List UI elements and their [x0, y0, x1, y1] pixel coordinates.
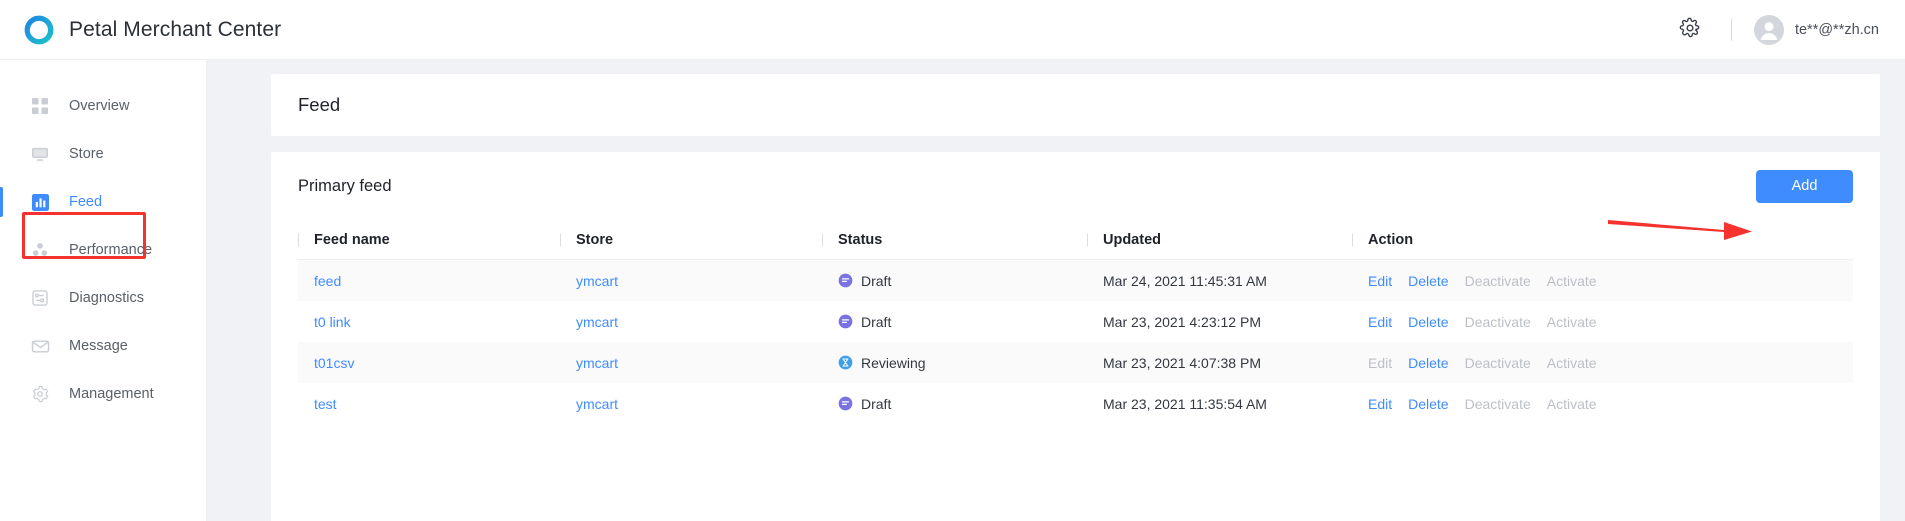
- feed-name-link[interactable]: test: [314, 396, 337, 412]
- deactivate-action: Deactivate: [1464, 395, 1531, 412]
- petal-logo-icon: [22, 13, 56, 47]
- deactivate-action: Deactivate: [1464, 354, 1531, 371]
- brand-title: Petal Merchant Center: [69, 17, 282, 41]
- feed-name-link[interactable]: t01csv: [314, 355, 354, 371]
- primary-feed-header: Primary feed Add: [271, 152, 1880, 220]
- edit-action[interactable]: Edit: [1368, 314, 1392, 330]
- row-actions: Edit Delete Deactivate Activate: [1368, 273, 1597, 289]
- reviewing-icon: [838, 355, 853, 370]
- column-header-action: Action: [1352, 232, 1853, 248]
- user-email-label: te**@**zh.cn: [1794, 21, 1879, 38]
- edit-action[interactable]: Edit: [1368, 273, 1392, 289]
- status-label: Draft: [861, 395, 892, 412]
- status-badge: Draft: [838, 396, 891, 412]
- row-actions: Edit Delete Deactivate Activate: [1368, 314, 1597, 330]
- store-icon: [30, 144, 50, 164]
- status-label: Draft: [861, 272, 892, 289]
- delete-action[interactable]: Delete: [1408, 396, 1448, 412]
- activate-action: Activate: [1546, 313, 1597, 330]
- column-header-store: Store: [560, 232, 822, 248]
- header-divider: [1730, 18, 1732, 41]
- column-header-updated: Updated: [1087, 232, 1352, 248]
- feed-table: Feed name Store Status Updated Action fe…: [271, 220, 1880, 424]
- status-badge: Draft: [838, 314, 891, 330]
- sidebar-item-label: Diagnostics: [69, 290, 144, 306]
- draft-icon: [838, 273, 853, 288]
- header-actions: te**@**zh.cn: [1673, 13, 1879, 47]
- table-header-row: Feed name Store Status Updated Action: [298, 220, 1853, 260]
- primary-feed-card: Primary feed Add Feed name Store Status …: [271, 152, 1880, 521]
- store-link[interactable]: ymcart: [576, 396, 618, 412]
- row-actions: Edit Delete Deactivate Activate: [1368, 396, 1597, 412]
- grid-icon: [30, 96, 50, 116]
- sidebar-item-management[interactable]: Management: [0, 370, 206, 418]
- status-badge: Draft: [838, 273, 891, 289]
- bar-chart-icon: [30, 192, 50, 212]
- brand: Petal Merchant Center: [22, 13, 281, 47]
- table-row: feed ymcart Draft Mar 24, 2021 11:45:31 …: [298, 260, 1853, 301]
- user-menu[interactable]: te**@**zh.cn: [1753, 14, 1879, 45]
- table-row: t0 link ymcart Draft Mar 23, 2021 4:23:1…: [298, 301, 1853, 342]
- updated-timestamp: Mar 23, 2021 11:35:54 AM: [1103, 395, 1267, 412]
- delete-action[interactable]: Delete: [1408, 314, 1448, 330]
- top-header: Petal Merchant Center te**@**zh.cn: [0, 0, 1905, 60]
- sidebar-item-message[interactable]: Message: [0, 322, 206, 370]
- sidebar-item-label: Feed: [69, 194, 103, 210]
- sidebar-item-overview[interactable]: Overview: [0, 82, 206, 130]
- sidebar-item-label: Management: [69, 386, 154, 402]
- section-title: Primary feed: [298, 176, 392, 195]
- delete-action[interactable]: Delete: [1408, 355, 1448, 371]
- store-link[interactable]: ymcart: [576, 355, 618, 371]
- status-label: Draft: [861, 313, 892, 330]
- activate-action: Activate: [1546, 354, 1597, 371]
- settings-button[interactable]: [1673, 13, 1707, 47]
- status-badge: Reviewing: [838, 355, 926, 371]
- gear-icon: [1679, 17, 1701, 42]
- updated-timestamp: Mar 24, 2021 11:45:31 AM: [1103, 272, 1267, 289]
- add-feed-button[interactable]: Add: [1756, 169, 1853, 203]
- gear-icon: [30, 384, 50, 404]
- edit-action: Edit: [1368, 354, 1393, 371]
- row-actions: Edit Delete Deactivate Activate: [1368, 355, 1597, 371]
- performance-icon: [30, 240, 50, 260]
- edit-action[interactable]: Edit: [1368, 396, 1392, 412]
- activate-action: Activate: [1546, 272, 1597, 289]
- column-header-status: Status: [822, 232, 1087, 248]
- deactivate-action: Deactivate: [1464, 272, 1531, 289]
- status-label: Reviewing: [861, 354, 926, 371]
- sidebar-item-label: Performance: [69, 242, 153, 258]
- table-row: test ymcart Draft Mar 23, 2021 11:35:54 …: [298, 383, 1853, 424]
- envelope-icon: [30, 336, 50, 356]
- main-content: Feed Primary feed Add Feed name Store St…: [207, 60, 1905, 521]
- user-avatar-icon: [1753, 14, 1784, 45]
- sidebar-item-store[interactable]: Store: [0, 130, 206, 178]
- updated-timestamp: Mar 23, 2021 4:23:12 PM: [1103, 313, 1261, 330]
- page-title-card: Feed: [271, 74, 1880, 136]
- store-link[interactable]: ymcart: [576, 314, 618, 330]
- page-title: Feed: [298, 94, 341, 115]
- delete-action[interactable]: Delete: [1408, 273, 1448, 289]
- sidebar-item-label: Store: [69, 146, 104, 162]
- active-nav-indicator: [0, 187, 3, 217]
- sidebar-item-label: Overview: [69, 98, 130, 114]
- sidebar-item-feed[interactable]: Feed: [0, 178, 206, 226]
- feed-name-link[interactable]: feed: [314, 273, 341, 289]
- feed-name-link[interactable]: t0 link: [314, 314, 351, 330]
- deactivate-action: Deactivate: [1464, 313, 1531, 330]
- draft-icon: [838, 314, 853, 329]
- updated-timestamp: Mar 23, 2021 4:07:38 PM: [1103, 354, 1261, 371]
- activate-action: Activate: [1546, 395, 1597, 412]
- app-root: Petal Merchant Center te**@**zh.cn Overv…: [0, 0, 1905, 521]
- sidebar-item-label: Message: [69, 338, 128, 354]
- store-link[interactable]: ymcart: [576, 273, 618, 289]
- sidebar-item-performance[interactable]: Performance: [0, 226, 206, 274]
- sidebar: Overview Store Feed Performance Diagnost…: [0, 60, 207, 521]
- table-row: t01csv ymcart Reviewing Mar 23, 2021 4:0…: [298, 342, 1853, 383]
- sidebar-item-diagnostics[interactable]: Diagnostics: [0, 274, 206, 322]
- diagnostics-icon: [30, 288, 50, 308]
- column-header-feed-name: Feed name: [298, 232, 560, 248]
- draft-icon: [838, 396, 853, 411]
